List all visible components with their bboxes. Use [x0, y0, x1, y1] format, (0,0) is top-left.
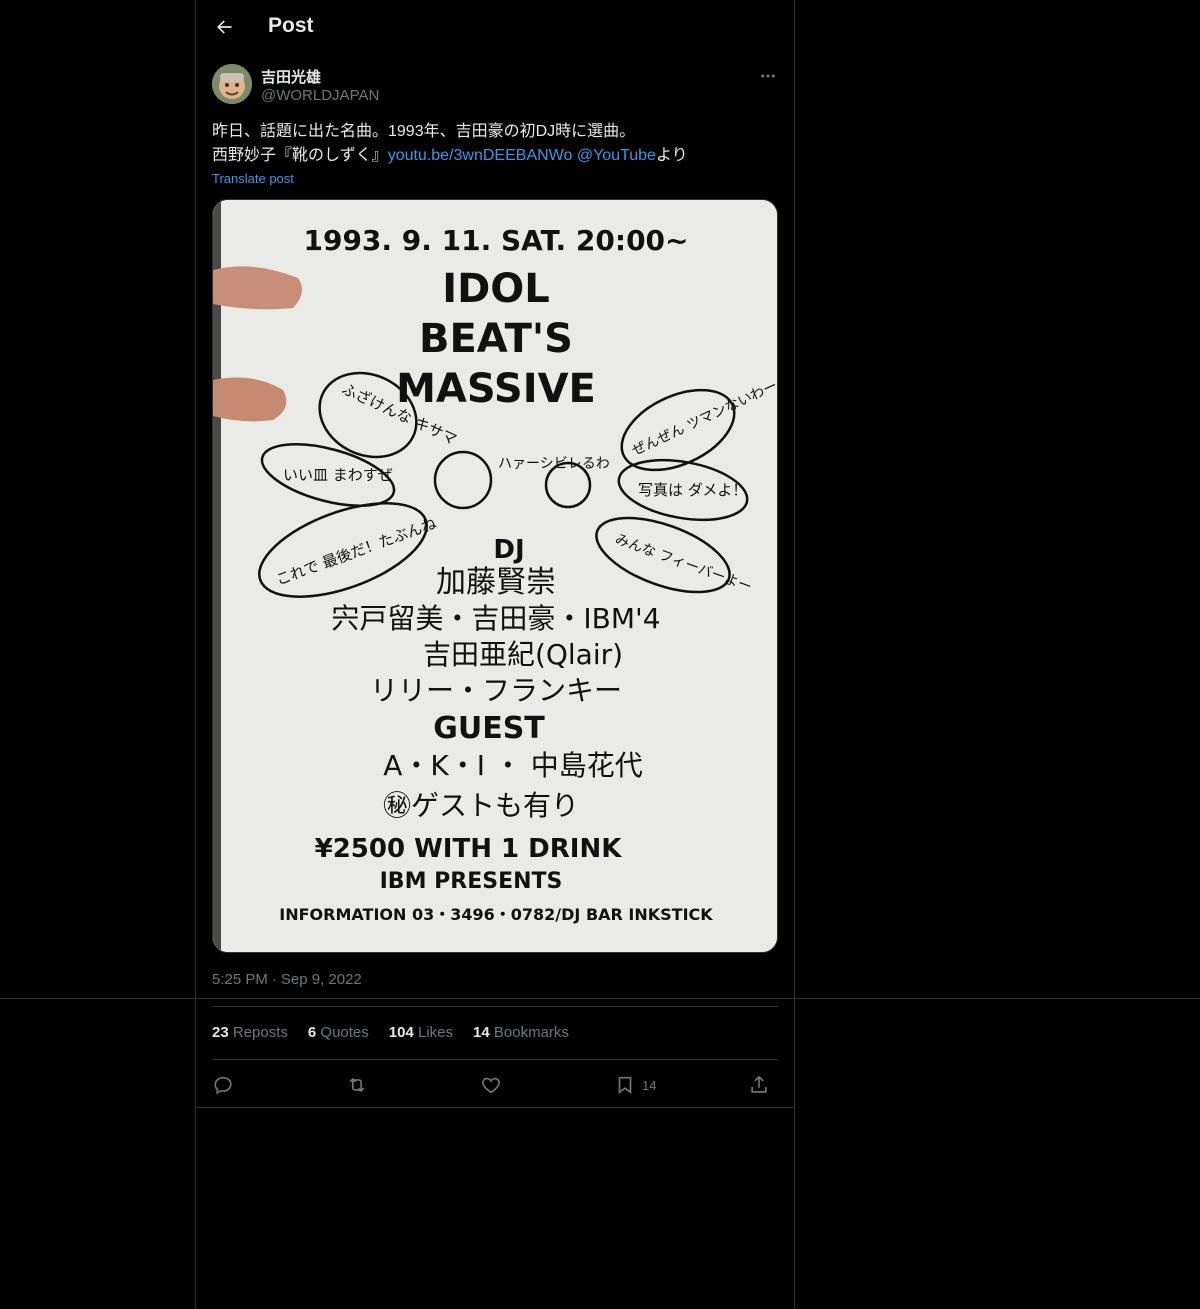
more-icon: [761, 74, 775, 78]
post-text: 昨日、話題に出た名曲。1993年、吉田豪の初DJ時に選曲。 西野妙子『靴のしずく…: [212, 120, 782, 168]
youtube-mention[interactable]: @YouTube: [577, 147, 656, 164]
flyer-guest-2: ㊙ゲストも有り: [383, 789, 579, 822]
youtube-link[interactable]: youtu.be/3wnDEEBANWo: [388, 147, 573, 164]
flyer-guest-1: A・K・I ・ 中島花代: [383, 749, 643, 782]
bookmarks-label: Bookmarks: [493, 1024, 569, 1041]
post-time: 5:25 PM: [212, 971, 268, 988]
arrow-left-icon: [217, 20, 232, 34]
flyer-dj-label: DJ: [493, 535, 524, 565]
flyer-presents: IBM PRESENTS: [380, 869, 563, 894]
avatar[interactable]: [212, 64, 252, 104]
flyer-info: INFORMATION 03・3496・0782/DJ BAR INKSTICK: [279, 905, 713, 924]
flyer-dj-1: 加藤賢崇: [436, 565, 556, 600]
action-bar: 14: [212, 1070, 778, 1100]
bubble-right-2: 写真は ダメよ！: [638, 481, 747, 499]
flyer-dj-2: 宍戸留美・吉田豪・IBM'4: [331, 602, 660, 635]
flyer-title-1: IDOL: [442, 266, 550, 312]
bookmarks-stat[interactable]: 14 Bookmarks: [473, 1024, 569, 1041]
reposts-stat[interactable]: 23 Reposts: [212, 1024, 288, 1041]
flyer-price: ¥2500 WITH 1 DRINK: [315, 834, 623, 864]
header: Post: [196, 0, 794, 54]
bubble-center: ハァーシビレるわ: [498, 456, 610, 472]
quotes-label: Quotes: [320, 1024, 369, 1041]
like-icon: [482, 1077, 500, 1094]
bookmarks-count: 14: [473, 1024, 490, 1041]
post-line-2: 西野妙子『靴のしずく』youtu.be/3wnDEEBANWo @YouTube…: [212, 144, 782, 168]
share-button[interactable]: [748, 1070, 770, 1100]
bookmark-button[interactable]: 14: [614, 1070, 656, 1100]
flyer-image: 1993. 9. 11. SAT. 20:00~ IDOL BEAT'S MAS…: [213, 200, 777, 952]
likes-label: Likes: [417, 1024, 454, 1041]
divider: [212, 1059, 778, 1060]
flyer-date: 1993. 9. 11. SAT. 20:00~: [303, 224, 688, 257]
reply-icon: [214, 1076, 232, 1095]
repost-icon: [349, 1077, 365, 1093]
post-line-1: 昨日、話題に出た名曲。1993年、吉田豪の初DJ時に選曲。: [212, 123, 636, 140]
flyer-title-2: BEAT'S: [419, 316, 573, 362]
post-image[interactable]: 1993. 9. 11. SAT. 20:00~ IDOL BEAT'S MAS…: [212, 199, 778, 953]
bookmark-icon: [618, 1076, 632, 1094]
divider: [196, 1107, 794, 1108]
flyer-dj-3: 吉田亜紀(Qlair): [423, 638, 623, 671]
post-line-2-suffix: より: [655, 147, 688, 164]
page-title: Post: [268, 14, 314, 37]
share-icon: [751, 1075, 767, 1093]
author-name[interactable]: 吉田光雄: [261, 66, 321, 87]
translate-post-link[interactable]: Translate post: [212, 171, 294, 186]
flyer-title-3: MASSIVE: [396, 366, 596, 412]
reply-button[interactable]: [212, 1070, 234, 1100]
post-date: Sep 9, 2022: [280, 971, 362, 988]
post-time-separator: ·: [271, 971, 277, 988]
bubble-left-2: いい皿 まわすぜ: [283, 466, 393, 484]
post-line-2-prefix: 西野妙子『靴のしずく』: [212, 147, 388, 164]
post-timestamp[interactable]: 5:25 PM · Sep 9, 2022: [212, 971, 366, 988]
more-button[interactable]: [754, 64, 782, 88]
flyer-guest-label: GUEST: [433, 711, 545, 746]
bookmark-count: 14: [642, 1077, 657, 1093]
post-stats: 23 Reposts 6 Quotes 104 Likes 14 Bookmar…: [212, 1024, 569, 1041]
quotes-count: 6: [307, 1024, 317, 1041]
author-handle[interactable]: @WORLDJAPAN: [261, 87, 379, 104]
likes-count: 104: [388, 1024, 414, 1041]
quotes-stat[interactable]: 6 Quotes: [308, 1024, 369, 1041]
flyer-dj-4: リリー・フランキー: [370, 674, 622, 707]
back-button[interactable]: [210, 13, 238, 41]
likes-stat[interactable]: 104 Likes: [389, 1024, 453, 1041]
reposts-count: 23: [212, 1024, 229, 1041]
reposts-label: Reposts: [232, 1024, 288, 1041]
main-column: Post 吉田光雄 @WORLDJAPAN 昨日、話題に出た名曲。1993年、吉…: [195, 0, 795, 1309]
like-button[interactable]: [480, 1070, 502, 1100]
horizontal-rule: [0, 998, 1200, 999]
divider: [212, 1006, 778, 1007]
repost-button[interactable]: [346, 1070, 368, 1100]
avatar-image: [212, 64, 252, 104]
